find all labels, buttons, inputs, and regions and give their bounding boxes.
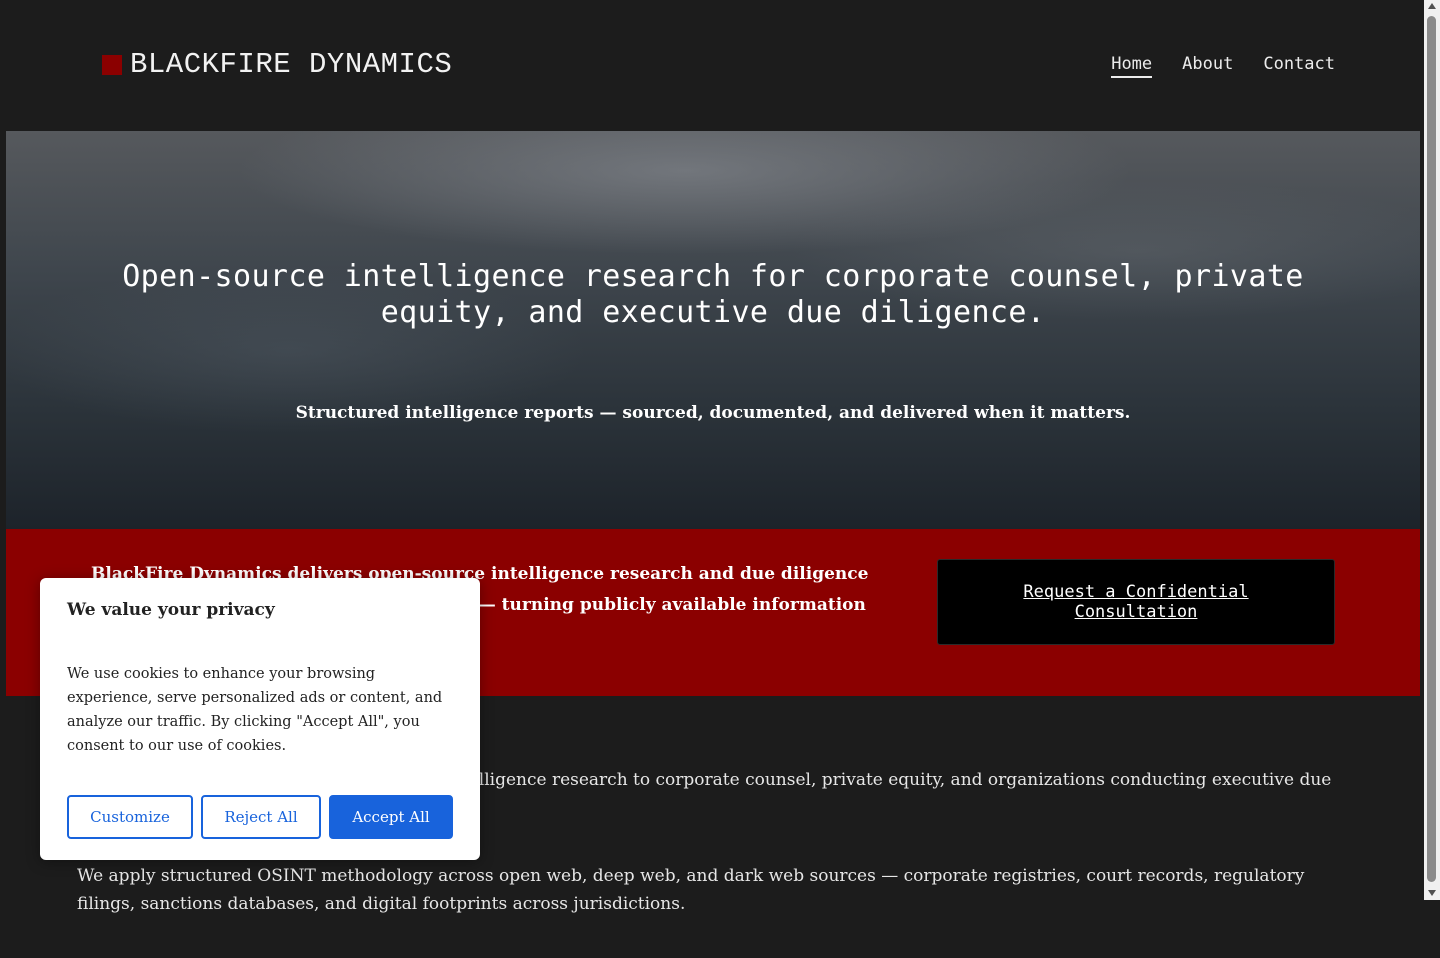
main-nav: Home About Contact xyxy=(1111,54,1335,78)
hero-section: Open-source intelligence research for co… xyxy=(6,131,1420,529)
accept-all-button[interactable]: Accept All xyxy=(329,795,453,839)
cookie-consent-dialog: We value your privacy We use cookies to … xyxy=(40,578,480,860)
brand-square-icon xyxy=(102,54,122,75)
scrollbar-thumb[interactable] xyxy=(1427,16,1436,882)
customize-button[interactable]: Customize xyxy=(67,795,193,839)
hero-subheadline: Structured intelligence reports — source… xyxy=(295,403,1131,423)
nav-about[interactable]: About xyxy=(1182,54,1233,78)
hero-headline: Open-source intelligence research for co… xyxy=(122,259,1304,330)
brand-name: BLACKFIRE DYNAMICS xyxy=(130,48,453,81)
scroll-down-arrow-icon[interactable] xyxy=(1428,890,1436,896)
scroll-up-arrow-icon[interactable] xyxy=(1428,3,1436,9)
request-consultation-button[interactable]: Request a Confidential Consultation xyxy=(937,559,1335,645)
reject-all-button[interactable]: Reject All xyxy=(201,795,321,839)
nav-contact[interactable]: Contact xyxy=(1263,54,1335,78)
site-header: BLACKFIRE DYNAMICS Home About Contact xyxy=(0,0,1424,131)
cookie-description: We use cookies to enhance your browsing … xyxy=(67,666,443,754)
content-paragraph: We apply structured OSINT methodology ac… xyxy=(77,866,1305,914)
cookie-actions: Customize Reject All Accept All xyxy=(67,795,453,839)
page-scrollbar[interactable] xyxy=(1424,0,1440,900)
cookie-title: We value your privacy xyxy=(67,600,275,620)
nav-home[interactable]: Home xyxy=(1111,54,1153,78)
brand-logo[interactable]: BLACKFIRE DYNAMICS xyxy=(102,48,452,81)
